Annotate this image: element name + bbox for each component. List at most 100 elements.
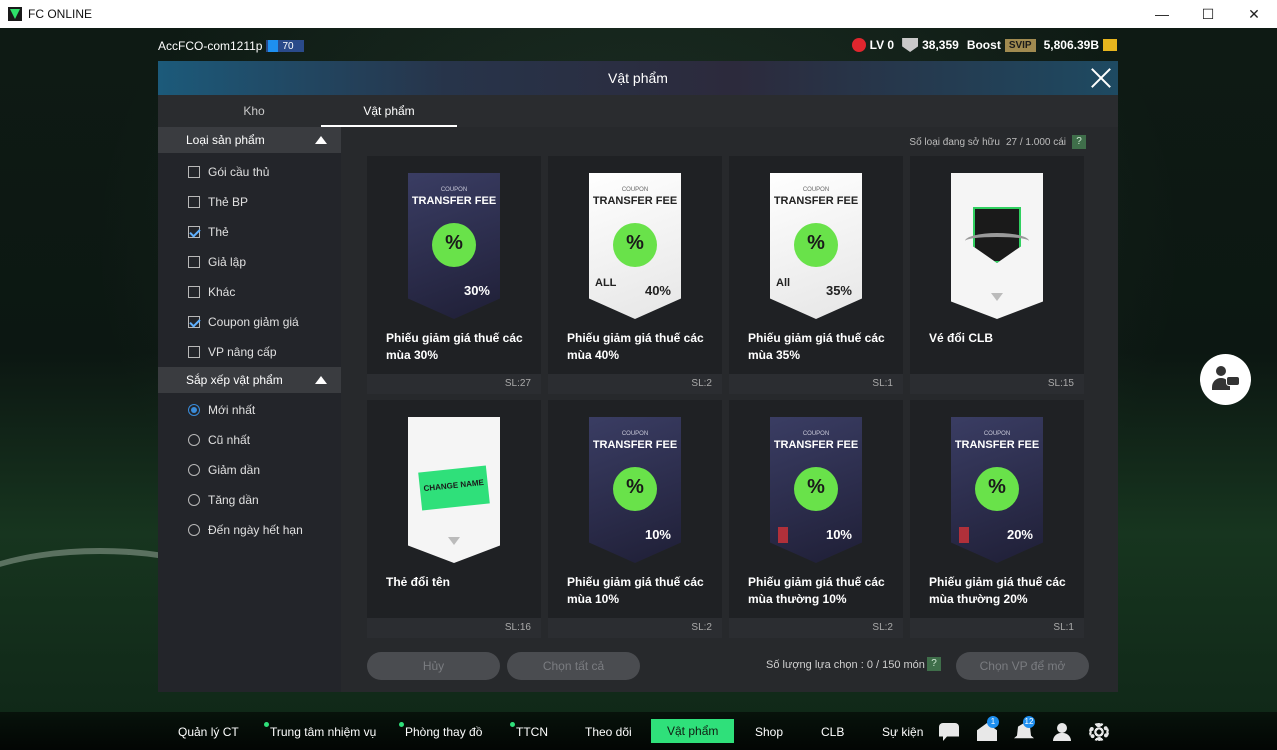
tab-kho[interactable]: Kho (186, 95, 322, 127)
fc-online-app-icon (8, 7, 22, 21)
collapse-triangle-icon[interactable] (315, 136, 327, 144)
filter-gia-lap[interactable]: Giả lập (158, 247, 341, 277)
transfer-fee-coupon: COUPON TRANSFER FEE % 20% (951, 417, 1043, 563)
checkbox[interactable] (188, 196, 200, 208)
game-topbar: AccFCO-com1211p 70 LV 0 38,359 Boost SVI… (0, 28, 1277, 62)
item-card[interactable]: Vé đổi CLB SL:15 (910, 156, 1084, 394)
item-card[interactable]: CHANGE NAME Thẻ đổi tên SL:16 (367, 400, 541, 638)
nav-quan-ly-ct[interactable]: Quản lý CT (178, 722, 239, 742)
window-title: FC ONLINE (28, 7, 93, 21)
help-icon[interactable]: ? (1072, 135, 1086, 149)
balance-value: 5,806.39B (1043, 38, 1099, 52)
item-card[interactable]: COUPON TRANSFER FEE % 20% Phiếu giảm giá… (910, 400, 1084, 638)
dialog-header: Vật phẩm (158, 61, 1118, 95)
sort-tang-dan[interactable]: Tăng dần (158, 485, 341, 515)
radio-checked[interactable] (188, 404, 200, 416)
sort-header[interactable]: Sắp xếp vật phẩm (158, 367, 341, 393)
radio[interactable] (188, 524, 200, 536)
nav-clb[interactable]: CLB (821, 722, 844, 742)
radio[interactable] (188, 434, 200, 446)
nav-theo-doi[interactable]: Theo dõi (585, 722, 632, 742)
filter-label: Coupon giảm giá (208, 315, 299, 329)
window-controls: — ☐ ✕ (1139, 0, 1277, 28)
transfer-fee-coupon: COUPON TRANSFER FEE % 10% (770, 417, 862, 563)
item-count: SL:27 (367, 374, 541, 394)
filter-sidebar: Loại sản phẩm Gói cầu thủ Thẻ BP Thẻ Giả… (158, 127, 341, 692)
filter-the[interactable]: Thẻ (158, 217, 341, 247)
user-icon[interactable] (1052, 723, 1072, 741)
chat-icon[interactable] (939, 723, 959, 741)
checkbox[interactable] (188, 256, 200, 268)
item-card[interactable]: COUPON TRANSFER FEE % 10% Phiếu giảm giá… (548, 400, 722, 638)
item-card[interactable]: COUPON TRANSFER FEE % 30% Phiếu giảm giá… (367, 156, 541, 394)
nav-shop[interactable]: Shop (755, 722, 783, 742)
sort-moi-nhat[interactable]: Mới nhất (158, 395, 341, 425)
filter-khac[interactable]: Khác (158, 277, 341, 307)
filter-label: Thẻ (208, 225, 229, 239)
window-titlebar: FC ONLINE — ☐ ✕ (0, 0, 1277, 28)
coupon-image: COUPON TRANSFER FEE % 20% (951, 417, 1043, 563)
checkbox-checked[interactable] (188, 226, 200, 238)
fc-logo-icon (448, 537, 460, 545)
level-badge: 70 (266, 40, 304, 52)
item-count: SL:16 (367, 618, 541, 638)
product-type-header[interactable]: Loại sản phẩm (158, 127, 341, 153)
coupon-title: TRANSFER FEE (592, 439, 678, 451)
coupon-image: COUPON TRANSFER FEE % All 35% (770, 173, 862, 319)
collapse-triangle-icon[interactable] (315, 376, 327, 384)
select-all-button[interactable]: Chọn tất cả (507, 652, 640, 680)
item-name: Phiếu giảm giá thuế các mùa thường 10% (748, 575, 885, 606)
filter-goi-cau-thu[interactable]: Gói cầu thủ (158, 157, 341, 187)
filter-label: Giả lập (208, 255, 247, 269)
sort-het-han[interactable]: Đến ngày hết hạn (158, 515, 341, 545)
boost-stat[interactable]: Boost SVIP (967, 38, 1036, 52)
filter-coupon[interactable]: Coupon giảm giá (158, 307, 341, 337)
filter-the-bp[interactable]: Thẻ BP (158, 187, 341, 217)
notification-dot (264, 722, 269, 727)
tab-vat-pham[interactable]: Vật phẩm (321, 95, 457, 127)
club-change-card (951, 173, 1043, 319)
checkbox-checked[interactable] (188, 316, 200, 328)
item-name: Phiếu giảm giá thuế các mùa 10% (567, 575, 704, 606)
close-window-button[interactable]: ✕ (1231, 0, 1277, 28)
selected-count: Số lượng lựa chọn : 0 / 150 món (766, 659, 925, 671)
filter-vp-nang-cap[interactable]: VP nâng cấp (158, 337, 341, 367)
coupon-image: COUPON TRANSFER FEE % 10% (770, 417, 862, 563)
nav-trung-tam-nhiem-vu[interactable]: Trung tâm nhiệm vụ (264, 722, 376, 742)
nav-su-kien[interactable]: Sự kiện (882, 722, 923, 742)
checkbox[interactable] (188, 286, 200, 298)
item-card[interactable]: COUPON TRANSFER FEE % All 35% Phiếu giảm… (729, 156, 903, 394)
dialog-tabs: Kho Vật phẩm (158, 95, 1118, 127)
coupon-title: TRANSFER FEE (773, 195, 859, 207)
item-card[interactable]: COUPON TRANSFER FEE % ALL 40% Phiếu giảm… (548, 156, 722, 394)
support-chat-button[interactable] (1200, 354, 1251, 405)
minimize-button[interactable]: — (1139, 0, 1185, 28)
checkbox[interactable] (188, 166, 200, 178)
maximize-button[interactable]: ☐ (1185, 0, 1231, 28)
transfer-fee-coupon: COUPON TRANSFER FEE % All 35% (770, 173, 862, 319)
close-dialog-icon[interactable] (1090, 67, 1112, 89)
nav-label: TTCN (516, 725, 548, 739)
coupon-small-text: COUPON (802, 431, 830, 437)
sort-label: Cũ nhất (208, 433, 251, 447)
nav-phong-thay-do[interactable]: Phòng thay đồ (399, 722, 482, 742)
account-info[interactable]: AccFCO-com1211p 70 (158, 39, 304, 53)
coupon-value: 35% (825, 283, 852, 298)
sort-label: Tăng dần (208, 493, 259, 507)
cancel-button[interactable]: Hủy (367, 652, 500, 680)
item-count: SL:2 (548, 618, 722, 638)
item-count: SL:2 (548, 374, 722, 394)
radio[interactable] (188, 464, 200, 476)
radio[interactable] (188, 494, 200, 506)
sort-giam-dan[interactable]: Giảm dần (158, 455, 341, 485)
open-selected-button[interactable]: Chọn VP để mở (956, 652, 1089, 680)
sort-cu-nhat[interactable]: Cũ nhất (158, 425, 341, 455)
chat-bubble-icon (1226, 376, 1240, 386)
help-icon[interactable]: ? (927, 657, 941, 671)
item-card[interactable]: COUPON TRANSFER FEE % 10% Phiếu giảm giá… (729, 400, 903, 638)
checkbox[interactable] (188, 346, 200, 358)
coupon-small-text: COUPON (802, 187, 830, 193)
nav-vat-pham[interactable]: Vật phẩm (651, 719, 735, 743)
gear-icon[interactable] (1089, 723, 1109, 741)
nav-ttcn[interactable]: TTCN (510, 722, 548, 742)
